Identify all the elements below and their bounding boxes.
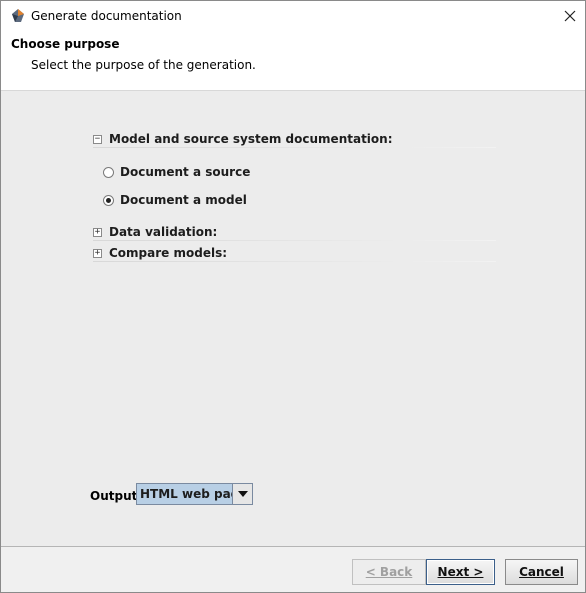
- chevron-down-icon: [237, 491, 248, 497]
- section-divider: [93, 261, 496, 262]
- collapse-icon[interactable]: −: [93, 135, 102, 144]
- section-compare-models[interactable]: + Compare models:: [93, 246, 496, 262]
- radio-button[interactable]: [103, 166, 114, 178]
- cancel-button[interactable]: Cancel: [505, 559, 578, 585]
- section-divider: [93, 147, 496, 148]
- generate-documentation-dialog: Generate documentation Choose purpose Se…: [0, 0, 586, 593]
- section-label: Data validation:: [109, 225, 218, 239]
- section-divider: [93, 240, 496, 241]
- output-format-select[interactable]: HTML web page: [136, 483, 253, 505]
- close-button[interactable]: [555, 1, 585, 31]
- wizard-header: Choose purpose Select the purpose of the…: [1, 31, 585, 91]
- radio-button[interactable]: [103, 194, 114, 206]
- section-model-source-documentation[interactable]: − Model and source system documentation:: [93, 132, 496, 148]
- output-label: Output:: [90, 489, 143, 503]
- app-shapes-icon: [12, 9, 24, 22]
- back-button[interactable]: < Back: [352, 559, 426, 585]
- radio-label: Document a source: [120, 165, 251, 179]
- title-bar: Generate documentation: [1, 1, 585, 31]
- section-label: Model and source system documentation:: [109, 132, 393, 146]
- section-label: Compare models:: [109, 246, 228, 260]
- window-title: Generate documentation: [31, 9, 182, 23]
- next-button[interactable]: Next >: [426, 559, 495, 585]
- radio-label: Document a model: [120, 193, 247, 207]
- dropdown-arrow-button[interactable]: [232, 484, 252, 504]
- page-title: Choose purpose: [11, 37, 120, 51]
- purpose-panel: − Model and source system documentation:…: [1, 91, 585, 547]
- expand-icon[interactable]: +: [93, 249, 102, 258]
- close-icon: [564, 10, 576, 22]
- radio-document-model[interactable]: Document a model: [103, 192, 247, 208]
- section-data-validation[interactable]: + Data validation:: [93, 225, 496, 241]
- page-subtitle: Select the purpose of the generation.: [31, 58, 256, 72]
- radio-document-source[interactable]: Document a source: [103, 164, 250, 180]
- expand-icon[interactable]: +: [93, 228, 102, 237]
